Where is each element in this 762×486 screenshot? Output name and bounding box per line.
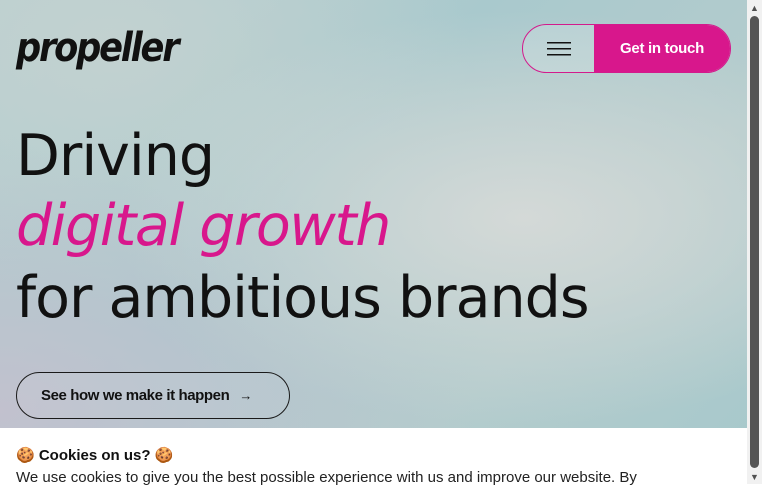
cookie-title: 🍪 Cookies on us? 🍪	[16, 447, 174, 464]
hero-section: propeller Get in touch Driving digital g…	[0, 0, 747, 484]
see-how-button[interactable]: See how we make it happen →	[16, 372, 290, 419]
header-nav-pill: Get in touch	[522, 24, 731, 73]
cookie-banner: 🍪 Cookies on us? 🍪 We use cookies to giv…	[0, 428, 747, 486]
hamburger-icon	[546, 41, 571, 55]
scroll-down-icon[interactable]: ▼	[747, 469, 762, 484]
headline-line-1: Driving	[16, 123, 215, 189]
see-how-button-label: See how we make it happen	[41, 387, 230, 404]
menu-button[interactable]	[523, 25, 594, 72]
headline-line-2: digital growth	[16, 193, 391, 259]
scrollbar-thumb[interactable]	[750, 16, 759, 468]
get-in-touch-button[interactable]: Get in touch	[594, 25, 730, 72]
cookie-text: We use cookies to give you the best poss…	[16, 469, 637, 486]
scroll-up-icon[interactable]: ▲	[747, 0, 762, 15]
headline-line-3: for ambitious brands	[16, 265, 590, 331]
arrow-right-icon: →	[239, 388, 253, 403]
scrollbar[interactable]: ▲ ▼	[747, 0, 762, 484]
logo[interactable]: propeller	[16, 26, 180, 70]
